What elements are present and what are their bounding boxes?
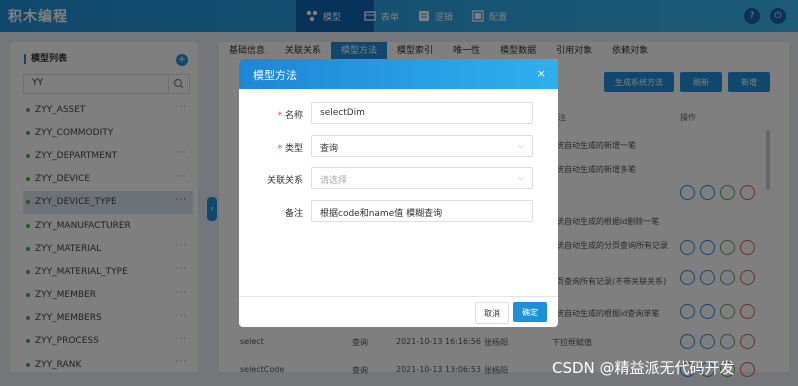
cancel-button[interactable]: 取消 xyxy=(475,302,509,324)
watermark: CSDN @精益派无代码开发 xyxy=(552,359,735,377)
name-label: * 名称 xyxy=(277,111,303,121)
relation-select[interactable]: 请选择 ⌵ xyxy=(311,167,533,189)
type-label: * 类型 xyxy=(277,144,303,154)
type-select[interactable]: 查询 ⌵ xyxy=(311,135,533,157)
relation-label: 关联关系 xyxy=(266,176,303,186)
dialog-header: 模型方法 × xyxy=(239,59,558,89)
dialog-title: 模型方法 xyxy=(253,69,297,82)
close-icon[interactable]: × xyxy=(537,67,546,80)
confirm-button[interactable]: 确定 xyxy=(513,302,547,322)
remark-field[interactable]: 根据code和name值 模糊查询 xyxy=(311,200,533,222)
chevron-down-icon: ⌵ xyxy=(517,141,524,150)
name-field[interactable]: selectDim xyxy=(311,102,533,124)
dialog-footer-divider xyxy=(239,296,558,297)
model-method-dialog: 模型方法 × * 名称 selectDim * 类型 查询 ⌵ 关联关系 请选择 ⌵… xyxy=(239,59,558,327)
remark-label: 备注 xyxy=(284,209,303,219)
chevron-down-icon: ⌵ xyxy=(517,173,524,182)
